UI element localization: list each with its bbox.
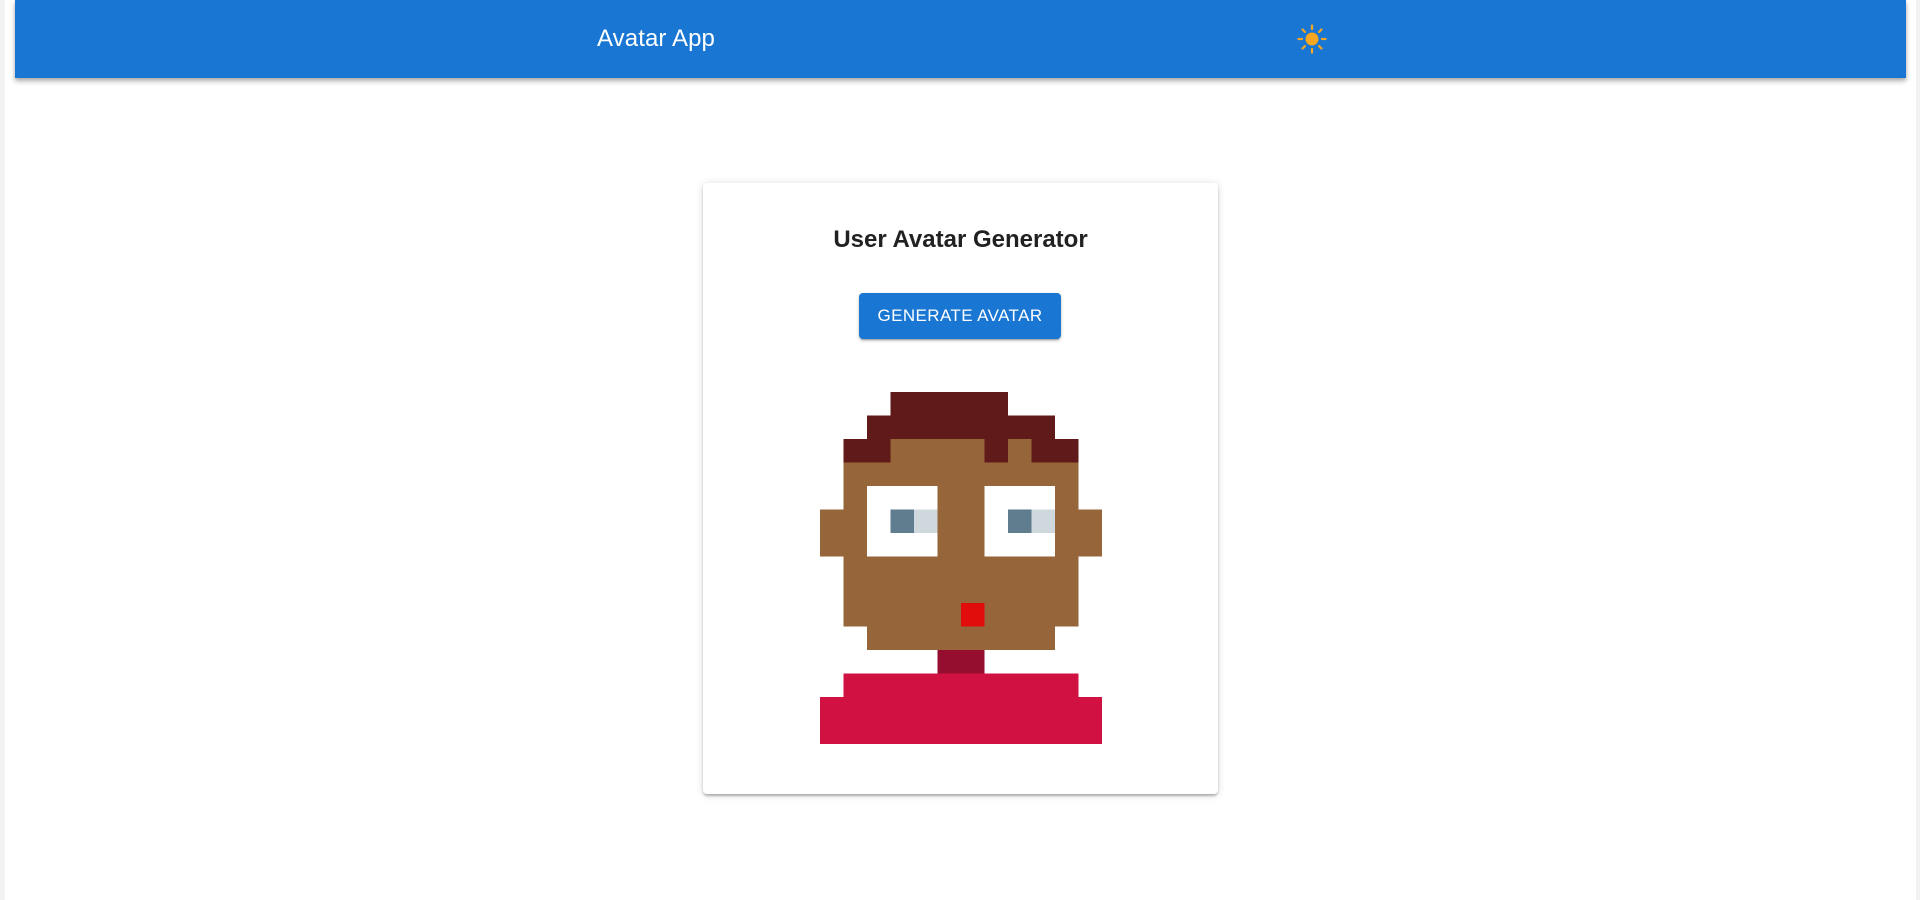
generate-avatar-button[interactable]: GENERATE AVATAR (859, 293, 1061, 339)
theme-toggle-button[interactable] (1295, 22, 1329, 56)
avatar-card: User Avatar Generator GENERATE AVATAR (703, 183, 1218, 794)
shirt (820, 673, 1102, 744)
pixel-avatar-image (820, 392, 1102, 744)
app-title: Avatar App (597, 25, 715, 52)
neck (937, 650, 985, 674)
app-bar: Avatar App (15, 0, 1906, 78)
card-title: User Avatar Generator (833, 226, 1088, 253)
right-eye (984, 485, 1055, 557)
sun-icon (1297, 24, 1327, 54)
left-eye (867, 485, 938, 557)
pixel-avatar (820, 392, 1102, 744)
mouth (961, 603, 985, 627)
